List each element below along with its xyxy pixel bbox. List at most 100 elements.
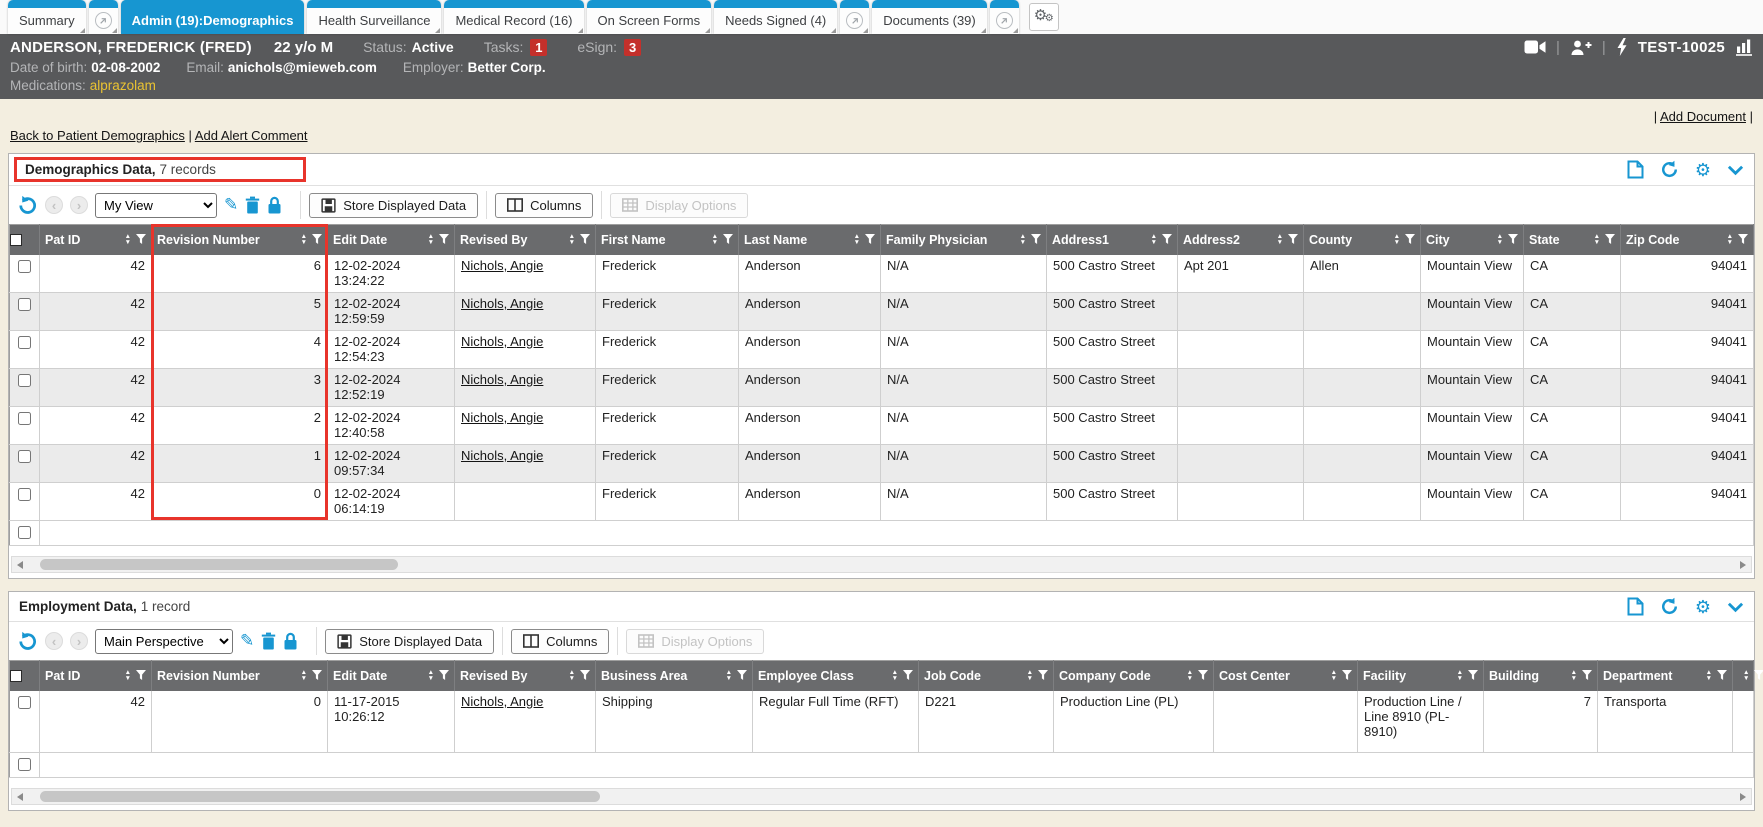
- sort-icon[interactable]: ▲▼: [125, 670, 131, 682]
- filter-icon[interactable]: [1405, 234, 1415, 245]
- scroll-left-arrow[interactable]: [12, 557, 28, 572]
- filter-icon[interactable]: [1738, 234, 1748, 245]
- filter-icon[interactable]: [312, 234, 322, 245]
- filter-icon[interactable]: [903, 670, 913, 681]
- new-record-icon[interactable]: [1627, 160, 1644, 179]
- tab-settings-button[interactable]: ⚙ ⚙: [1029, 3, 1059, 31]
- sort-icon[interactable]: ▲▼: [1151, 234, 1157, 246]
- filter-icon[interactable]: [312, 670, 322, 681]
- sort-icon[interactable]: ▲▼: [301, 670, 307, 682]
- view-select[interactable]: Main Perspective: [95, 629, 233, 654]
- collapse-chevron-icon[interactable]: [1727, 601, 1744, 613]
- sort-icon[interactable]: ▲▼: [1571, 670, 1577, 682]
- tab-popout-needs-signed-4[interactable]: [840, 0, 869, 34]
- row-checkbox[interactable]: [18, 450, 31, 463]
- history-back-icon[interactable]: ‹: [45, 196, 63, 214]
- filter-icon[interactable]: [1508, 234, 1518, 245]
- filter-icon[interactable]: [1342, 670, 1352, 681]
- revised-by-link[interactable]: Nichols, Angie: [461, 334, 543, 349]
- column-header-edit-date[interactable]: Edit Date▲▼: [328, 225, 455, 255]
- new-record-icon[interactable]: [1627, 597, 1644, 616]
- collapse-chevron-icon[interactable]: [1727, 164, 1744, 176]
- tab-popout-documents-39[interactable]: [990, 0, 1019, 34]
- tab-popout-summary[interactable]: [89, 0, 118, 34]
- demographics-hscrollbar[interactable]: [11, 556, 1752, 573]
- column-header-revision-number[interactable]: Revision Number▲▼: [152, 225, 328, 255]
- sort-icon[interactable]: ▲▼: [428, 234, 434, 246]
- esign-label[interactable]: eSign:: [577, 39, 617, 55]
- column-header-address1[interactable]: Address1▲▼: [1047, 225, 1178, 255]
- row-checkbox[interactable]: [18, 336, 31, 349]
- column-header-county[interactable]: County▲▼: [1304, 225, 1421, 255]
- sort-icon[interactable]: ▲▼: [1727, 234, 1733, 246]
- add-user-icon[interactable]: [1570, 39, 1592, 56]
- settings-gear-icon[interactable]: ⚙: [1695, 161, 1711, 179]
- filter-icon[interactable]: [580, 234, 590, 245]
- column-header-state[interactable]: State▲▼: [1524, 225, 1621, 255]
- lock-view-icon[interactable]: [283, 632, 298, 650]
- sort-icon[interactable]: ▲▼: [428, 670, 434, 682]
- sort-icon[interactable]: ▲▼: [1277, 234, 1283, 246]
- video-camera-icon[interactable]: [1524, 39, 1546, 55]
- row-checkbox[interactable]: [18, 758, 31, 771]
- sort-icon[interactable]: ▲▼: [726, 670, 732, 682]
- sort-icon[interactable]: ▲▼: [1457, 670, 1463, 682]
- employment-hscrollbar[interactable]: [11, 788, 1752, 805]
- select-all-header-cell[interactable]: [10, 225, 40, 255]
- history-back-icon[interactable]: ‹: [45, 632, 63, 650]
- filter-icon[interactable]: [1582, 670, 1592, 681]
- settings-gear-icon[interactable]: ⚙: [1695, 598, 1711, 616]
- filter-icon[interactable]: [1605, 234, 1615, 245]
- edit-view-icon[interactable]: ✎: [224, 195, 238, 215]
- column-header-cost-center[interactable]: Cost Center▲▼: [1214, 661, 1358, 691]
- sort-icon[interactable]: ▲▼: [1394, 234, 1400, 246]
- refresh-icon[interactable]: [1660, 597, 1679, 616]
- sort-icon[interactable]: ▲▼: [1020, 234, 1026, 246]
- filter-icon[interactable]: [439, 670, 449, 681]
- column-header-employee-class[interactable]: Employee Class▲▼: [753, 661, 919, 691]
- filter-icon[interactable]: [1468, 670, 1478, 681]
- row-checkbox[interactable]: [18, 374, 31, 387]
- edit-view-icon[interactable]: ✎: [240, 631, 254, 651]
- filter-icon[interactable]: [1717, 670, 1727, 681]
- store-displayed-data-button[interactable]: Store Displayed Data: [309, 193, 478, 218]
- column-header-pat-id[interactable]: Pat ID▲▼: [40, 661, 152, 691]
- filter-icon[interactable]: [1754, 670, 1763, 681]
- column-header-revision-number[interactable]: Revision Number▲▼: [152, 661, 328, 691]
- tab-admin-19-demographics[interactable]: Admin (19):Demographics: [121, 0, 305, 34]
- row-checkbox[interactable]: [18, 412, 31, 425]
- lightning-icon[interactable]: [1616, 38, 1628, 56]
- sort-icon[interactable]: ▲▼: [1497, 234, 1503, 246]
- row-checkbox[interactable]: [18, 696, 31, 709]
- revised-by-link[interactable]: Nichols, Angie: [461, 258, 543, 273]
- select-all-checkbox[interactable]: [10, 670, 22, 682]
- revised-by-link[interactable]: Nichols, Angie: [461, 410, 543, 425]
- column-header-business-area[interactable]: Business Area▲▼: [596, 661, 753, 691]
- sort-icon[interactable]: ▲▼: [125, 234, 131, 246]
- column-header-family-physician[interactable]: Family Physician▲▼: [881, 225, 1047, 255]
- row-checkbox[interactable]: [18, 488, 31, 501]
- scroll-thumb[interactable]: [40, 791, 600, 802]
- column-header-revised-by[interactable]: Revised By▲▼: [455, 661, 596, 691]
- sort-icon[interactable]: ▲▼: [1187, 670, 1193, 682]
- revised-by-link[interactable]: Nichols, Angie: [461, 372, 543, 387]
- select-all-checkbox[interactable]: [10, 234, 22, 246]
- back-to-demographics-link[interactable]: Back to Patient Demographics: [10, 128, 185, 143]
- filter-icon[interactable]: [136, 670, 146, 681]
- filter-icon[interactable]: [737, 670, 747, 681]
- column-header-first-name[interactable]: First Name▲▼: [596, 225, 739, 255]
- tab-summary[interactable]: Summary: [8, 0, 86, 34]
- tab-medical-record-16[interactable]: Medical Record (16): [444, 0, 583, 34]
- sort-icon[interactable]: ▲▼: [1706, 670, 1712, 682]
- revised-by-link[interactable]: Nichols, Angie: [461, 694, 543, 709]
- filter-icon[interactable]: [439, 234, 449, 245]
- undo-icon[interactable]: [17, 195, 38, 216]
- scroll-right-arrow[interactable]: [1735, 557, 1751, 572]
- filter-icon[interactable]: [1162, 234, 1172, 245]
- history-forward-icon[interactable]: ›: [70, 632, 88, 650]
- medications-value[interactable]: alprazolam: [90, 78, 156, 93]
- scroll-right-arrow[interactable]: [1735, 789, 1751, 804]
- select-all-header-cell[interactable]: [10, 661, 40, 691]
- filter-icon[interactable]: [1198, 670, 1208, 681]
- column-header-city[interactable]: City▲▼: [1421, 225, 1524, 255]
